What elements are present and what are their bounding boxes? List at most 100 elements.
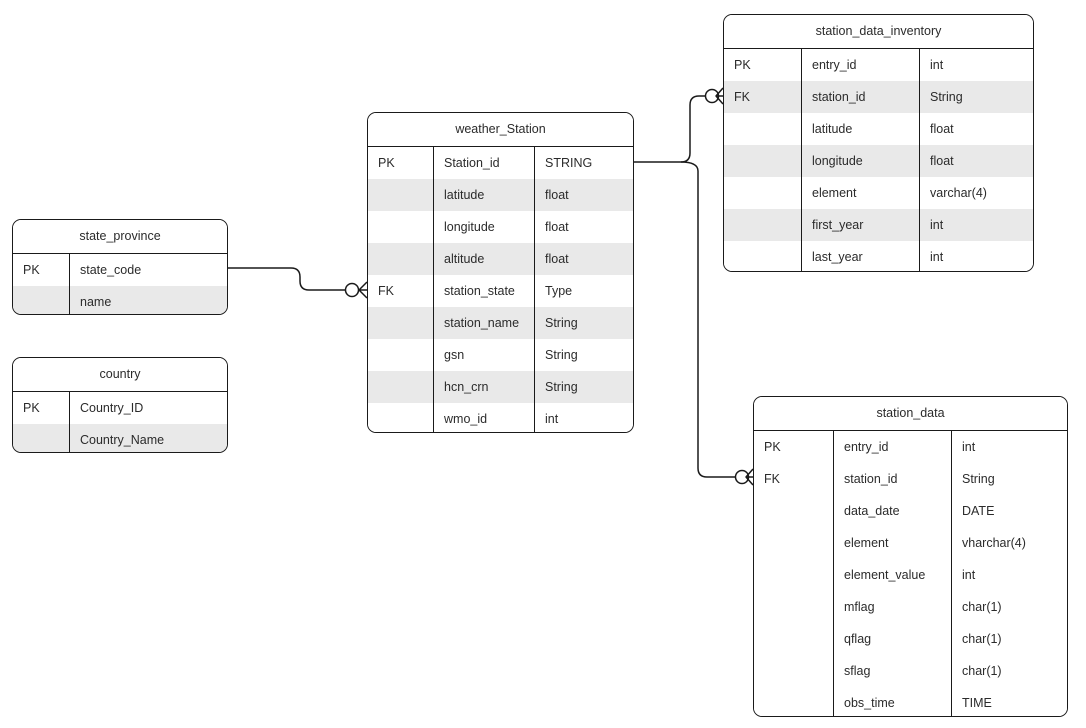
column-key [724, 145, 802, 177]
table-row[interactable]: element varchar(4) [724, 177, 1033, 209]
column-key [724, 241, 802, 271]
column-name: station_name [434, 307, 535, 339]
column-key [368, 211, 434, 243]
table-row[interactable]: PK state_code [13, 254, 227, 286]
column-name: Station_id [434, 147, 535, 179]
column-type: varchar(4) [930, 186, 987, 200]
column-key [368, 179, 434, 211]
column-key [368, 403, 434, 432]
column-type: char(1) [962, 632, 1002, 646]
column-type: String [930, 90, 963, 104]
entity-station_data_inventory[interactable]: station_data_inventory PK entry_id int F… [723, 14, 1034, 272]
table-row[interactable]: qflag char(1) [754, 623, 1067, 655]
table-row[interactable]: element vharchar(4) [754, 527, 1067, 559]
column-key [754, 687, 834, 716]
table-row[interactable]: wmo_id int [368, 403, 633, 432]
column-key [724, 177, 802, 209]
column-name: station_id [802, 81, 920, 113]
table-row[interactable]: latitude float [368, 179, 633, 211]
column-name: Country_Name [80, 433, 165, 447]
column-name: sflag [834, 655, 952, 687]
entity-title-station_data: station_data [754, 397, 1067, 431]
table-row[interactable]: PK Station_id STRING [368, 147, 633, 179]
table-row[interactable]: PK entry_id int [724, 49, 1033, 81]
column-type: char(1) [962, 664, 1002, 678]
column-key [754, 623, 834, 655]
column-key [368, 307, 434, 339]
column-type: String [545, 316, 578, 330]
column-name: data_date [834, 495, 952, 527]
table-row[interactable]: element_value int [754, 559, 1067, 591]
column-type: float [545, 188, 569, 202]
table-row[interactable]: Country_Name [13, 424, 227, 452]
column-key: FK [754, 463, 834, 495]
column-key: FK [724, 81, 802, 113]
connector-weather_Station-station_data_inventory [680, 95, 705, 163]
table-row[interactable]: PK Country_ID [13, 392, 227, 424]
column-name: wmo_id [434, 403, 535, 432]
table-row[interactable]: hcn_crn String [368, 371, 633, 403]
table-row[interactable]: sflag char(1) [754, 655, 1067, 687]
table-row[interactable]: mflag char(1) [754, 591, 1067, 623]
column-key [13, 424, 70, 452]
column-name: mflag [834, 591, 952, 623]
table-row[interactable]: PK entry_id int [754, 431, 1067, 463]
entity-country[interactable]: country PK Country_ID Country_Name [12, 357, 228, 453]
column-key: FK [368, 275, 434, 307]
column-key [754, 495, 834, 527]
column-type: int [930, 58, 944, 72]
entity-columns-weather_Station: PK Station_id STRING latitude float long… [368, 147, 633, 432]
column-name: altitude [434, 243, 535, 275]
table-row[interactable]: longitude float [724, 145, 1033, 177]
crowfoot-many-station_data_inventory [715, 87, 724, 105]
column-type: char(1) [962, 600, 1002, 614]
column-key [368, 339, 434, 371]
column-key: PK [724, 49, 802, 81]
table-row[interactable]: data_date DATE [754, 495, 1067, 527]
column-type: int [930, 218, 944, 232]
table-row[interactable]: FK station_id String [724, 81, 1033, 113]
column-name: qflag [834, 623, 952, 655]
entity-station_data[interactable]: station_data PK entry_id int FK station_… [753, 396, 1068, 717]
entity-state_province[interactable]: state_province PK state_code name [12, 219, 228, 315]
entity-weather_Station[interactable]: weather_Station PK Station_id STRING lat… [367, 112, 634, 433]
entity-columns-station_data: PK entry_id int FK station_id String dat… [754, 431, 1067, 716]
crowfoot-many-state_province [358, 281, 368, 299]
column-name: longitude [434, 211, 535, 243]
column-name: entry_id [802, 49, 920, 81]
column-key [754, 527, 834, 559]
column-key [13, 286, 70, 314]
column-name: last_year [802, 241, 920, 271]
column-type: float [545, 220, 569, 234]
entity-title-state_province: state_province [13, 220, 227, 254]
column-name: station_id [834, 463, 952, 495]
column-type: String [962, 472, 995, 486]
table-row[interactable]: altitude float [368, 243, 633, 275]
table-row[interactable]: FK station_state Type [368, 275, 633, 307]
column-type: TIME [962, 696, 992, 710]
column-type: float [545, 252, 569, 266]
connector-state_province-weather_Station [228, 267, 345, 291]
table-row[interactable]: station_name String [368, 307, 633, 339]
table-row[interactable]: last_year int [724, 241, 1033, 271]
table-row[interactable]: latitude float [724, 113, 1033, 145]
column-type: int [962, 568, 976, 582]
table-row[interactable]: obs_time TIME [754, 687, 1067, 716]
table-row[interactable]: name [13, 286, 227, 314]
entity-columns-state_province: PK state_code name [13, 254, 227, 314]
column-name: element_value [834, 559, 952, 591]
table-row[interactable]: FK station_id String [754, 463, 1067, 495]
column-name: first_year [802, 209, 920, 241]
crowfoot-many-station_data [745, 468, 754, 486]
column-name: obs_time [834, 687, 952, 716]
table-row[interactable]: first_year int [724, 209, 1033, 241]
column-name: gsn [434, 339, 535, 371]
entity-title-weather_Station: weather_Station [368, 113, 633, 147]
column-key [368, 371, 434, 403]
column-name: latitude [802, 113, 920, 145]
column-type: float [930, 122, 954, 136]
table-row[interactable]: longitude float [368, 211, 633, 243]
column-name: state_code [80, 263, 142, 277]
entity-title-station_data_inventory: station_data_inventory [724, 15, 1033, 49]
table-row[interactable]: gsn String [368, 339, 633, 371]
